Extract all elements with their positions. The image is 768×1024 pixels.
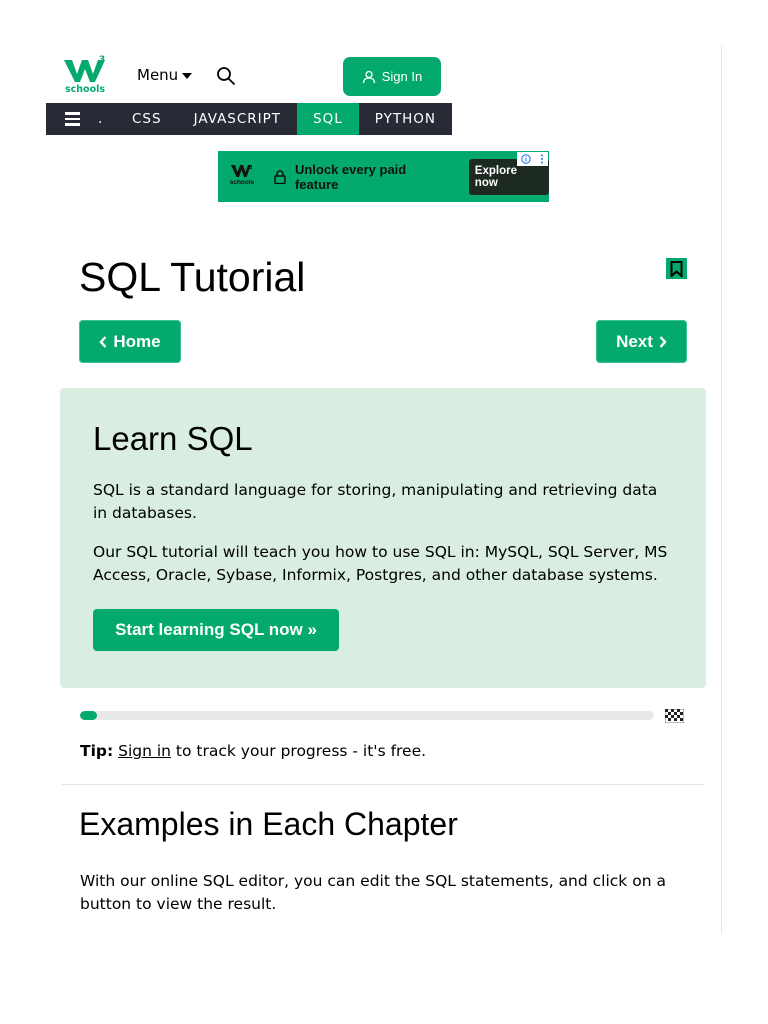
next-label: Next: [616, 331, 653, 351]
learn-intro-text: SQL is a standard language for storing, …: [93, 481, 658, 522]
learn-title: Learn SQL: [93, 420, 253, 457]
more-vertical-icon: [540, 154, 543, 164]
search-icon[interactable]: [216, 66, 236, 86]
svg-text:3: 3: [249, 165, 253, 171]
nav-overflow-dot: .: [98, 111, 103, 127]
caret-down-icon: [182, 73, 193, 79]
start-learning-button[interactable]: Start learning SQL now »: [93, 609, 339, 651]
top-navigation-bar: . CSS JAVASCRIPT SQL PYTHON: [46, 103, 452, 135]
sign-in-label: Sign In: [381, 69, 423, 84]
chevron-right-icon: [659, 335, 667, 348]
nav-item-css[interactable]: CSS: [116, 103, 178, 135]
ad-choices[interactable]: [517, 152, 548, 166]
ad-w3schools-logo: 3 schools: [230, 164, 254, 190]
menu-button[interactable]: Menu: [137, 66, 193, 84]
learn-sql-panel: Learn SQL SQL is a standard language for…: [60, 388, 706, 688]
lock-icon: [274, 169, 286, 184]
next-button[interactable]: Next: [596, 320, 687, 363]
menu-label: Menu: [137, 66, 179, 84]
tip-text: Tip: Sign in to track your progress - it…: [80, 742, 426, 760]
sign-in-button[interactable]: Sign In: [343, 57, 441, 96]
home-label: Home: [113, 331, 161, 351]
ad-banner[interactable]: 3 schools Unlock every paid feature Expl…: [218, 151, 549, 202]
bookmark-icon[interactable]: [666, 258, 687, 279]
nav-item-javascript[interactable]: JAVASCRIPT: [178, 103, 297, 135]
w3-logo-icon: 3 schools: [64, 55, 105, 95]
nav-item-sql[interactable]: SQL: [297, 103, 359, 135]
tip-message: to track your progress - it's free.: [171, 742, 427, 760]
examples-title: Examples in Each Chapter: [79, 806, 458, 842]
svg-text:3: 3: [99, 55, 105, 65]
page-right-border: [721, 46, 722, 934]
ad-logo-text: schools: [229, 178, 255, 186]
examples-text: With our online SQL editor, you can edit…: [80, 872, 666, 913]
info-icon: [521, 154, 531, 164]
progress-fill: [80, 711, 98, 720]
home-button[interactable]: Home: [79, 320, 181, 363]
progress-bar: [80, 711, 654, 720]
sign-in-link[interactable]: Sign in: [118, 742, 171, 760]
hamburger-menu-icon[interactable]: [46, 103, 98, 135]
w3-logo-icon: 3: [231, 164, 253, 177]
checkered-flag-icon: [665, 709, 684, 723]
svg-text:schools: schools: [65, 84, 105, 94]
user-icon: [362, 70, 375, 83]
learn-databases-text: Our SQL tutorial will teach you how to u…: [93, 543, 668, 584]
nav-item-python[interactable]: PYTHON: [359, 103, 452, 135]
tip-label: Tip:: [80, 742, 114, 760]
section-divider: [62, 784, 704, 785]
page-title: SQL Tutorial: [79, 254, 306, 300]
chevron-left-icon: [99, 335, 107, 348]
w3schools-logo[interactable]: 3 schools: [62, 54, 110, 95]
ad-text: Unlock every paid feature: [294, 161, 407, 192]
